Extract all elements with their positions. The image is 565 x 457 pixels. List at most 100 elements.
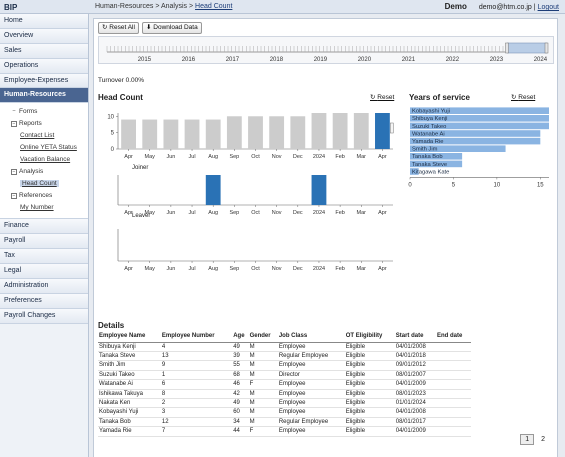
timeline-range-slider[interactable]: 2015 2016 2017 2018 2019 2020 2021 2022 2023 2024: [98, 36, 554, 64]
reset-all-button[interactable]: ↻ Reset All: [98, 22, 139, 34]
table-cell: Eligible: [344, 407, 395, 418]
table-cell: Smith Jim: [98, 360, 161, 371]
table-cell: 04/01/2009: [394, 426, 436, 437]
table-cell: Nakata Ken: [98, 398, 161, 409]
table-cell: Suzuki Takeo: [98, 370, 161, 381]
tree-my-number[interactable]: My Number: [0, 202, 88, 214]
table-row[interactable]: Suzuki Takeo 1 68 M Director Eligible 08/01/20…: [98, 370, 471, 381]
table-cell: 55: [232, 360, 249, 371]
logout-link[interactable]: Logout: [538, 4, 559, 11]
table-cell: 04/01/2008: [394, 407, 436, 418]
table-row[interactable]: Yamada Rie 7 44 F Employee Eligible 04/01/2009: [98, 426, 471, 437]
breadcrumb-current[interactable]: Head Count: [195, 3, 232, 10]
headcount-chart[interactable]: 0 5 10 Apr May Jun Jul Aug Sep Oct Nov Dec 2024 Feb Ma…: [98, 101, 398, 161]
column-header[interactable]: End date: [435, 330, 471, 343]
table-cell: [435, 379, 471, 390]
breadcrumb-analysis[interactable]: Analysis: [161, 3, 187, 10]
tree-online-status[interactable]: Online YETA Status: [0, 142, 88, 154]
nav-home[interactable]: Home: [0, 14, 88, 29]
x-tick-label: Sep: [229, 210, 239, 215]
nav-finance[interactable]: Finance: [0, 219, 88, 235]
x-tick-label: Jun: [166, 154, 175, 160]
bar: [142, 119, 158, 149]
table-cell: Eligible: [344, 360, 395, 371]
tree-analysis[interactable]: − Analysis: [0, 166, 88, 178]
table-cell: Employee: [277, 360, 345, 371]
nav-sales[interactable]: Sales: [0, 43, 88, 59]
table-row[interactable]: Nakata Ken 2 49 M Employee Eligible 01/01/2024: [98, 398, 471, 409]
nav-preferences[interactable]: Preferences: [0, 293, 88, 309]
bar: [353, 113, 369, 149]
service-chart[interactable]: Kobayashi YujiShibuya Kenji Suzuki TakeoW…: [405, 101, 555, 193]
x-tick-label: Oct: [251, 266, 260, 272]
nav-human-resources[interactable]: Human-Resources: [0, 88, 88, 104]
x-tick-label: Dec: [293, 210, 303, 215]
user-email: demo@htm.co.jp: [478, 4, 532, 11]
table-cell: Tanaka Bob: [98, 417, 161, 428]
bar: [269, 116, 285, 149]
service-bar-label: Shibuya Kenji: [412, 116, 447, 122]
tree-references[interactable]: − References: [0, 190, 88, 202]
x-tick-label: 2024: [313, 266, 325, 272]
nav-employee-expenses[interactable]: Employee-Expenses: [0, 73, 88, 89]
timeline-year-label: 2016: [182, 57, 196, 63]
nav-payroll-changes[interactable]: Payroll Changes: [0, 308, 88, 324]
nav-legal[interactable]: Legal: [0, 264, 88, 279]
service-reset-link[interactable]: ↻ Reset: [511, 93, 535, 101]
nav-operations[interactable]: Operations: [0, 58, 88, 74]
service-bar-label: Suzuki Takeo: [412, 124, 446, 130]
x-tick-label: May: [145, 154, 156, 160]
column-header[interactable]: Age: [232, 330, 249, 343]
table-cell: M: [248, 370, 278, 381]
x-tick-label: 0: [408, 182, 412, 188]
table-cell: 08/01/2007: [394, 370, 436, 381]
nav-overview[interactable]: Overview: [0, 28, 88, 44]
tree-vacation-balance[interactable]: Vacation Balance: [0, 154, 88, 166]
table-row[interactable]: Tanaka Bob 12 34 M Regular Employee Eligible 0…: [98, 417, 471, 428]
table-cell: Eligible: [344, 370, 395, 381]
column-header[interactable]: Job Class: [277, 330, 345, 343]
nav-payroll[interactable]: Payroll: [0, 234, 88, 250]
download-data-button[interactable]: ⬇ Download Data: [142, 22, 202, 34]
x-tick-label: Mar: [357, 210, 367, 215]
service-bar-label: Tanaka Steve: [412, 162, 447, 168]
tree-reports[interactable]: − Reports: [0, 118, 88, 130]
table-row[interactable]: Kobayashi Yuji 3 60 M Employee Eligible 04/01/…: [98, 407, 471, 418]
column-header[interactable]: Employee Name: [98, 330, 161, 343]
tree-contact-list[interactable]: Contact List: [0, 130, 88, 142]
brush-handle: [390, 122, 394, 134]
y-tick-label: 10: [107, 114, 114, 120]
breadcrumb-hr[interactable]: Human-Resources: [95, 3, 153, 10]
collapse-icon[interactable]: −: [11, 192, 17, 199]
table-cell: 68: [232, 370, 249, 381]
table-row[interactable]: Smith Jim 9 55 M Employee Eligible 09/01/2012: [98, 360, 471, 371]
x-tick-label: Feb: [335, 154, 344, 160]
collapse-icon[interactable]: −: [11, 168, 17, 175]
table-cell: Eligible: [344, 342, 395, 352]
table-cell: Shibuya Kenji: [98, 342, 161, 352]
table-cell: Employee: [277, 342, 345, 352]
table-cell: 1: [160, 370, 233, 381]
leaver-chart[interactable]: Apr May Jun Jul Aug Sep Oct Nov Dec 2024 Feb Mar Apr: [98, 219, 398, 273]
column-header[interactable]: Gender: [248, 330, 278, 343]
table-row[interactable]: Shibuya Kenji 4 49 M Employee Eligible 04/01/2…: [98, 342, 471, 352]
headcount-reset-link[interactable]: ↻ Reset: [370, 93, 394, 101]
collapse-icon[interactable]: −: [11, 120, 17, 127]
column-header[interactable]: Employee Number: [160, 330, 233, 343]
table-row[interactable]: Tanaka Steve 13 39 M Regular Employee Eligibl…: [98, 351, 471, 362]
tree-forms[interactable]: – Forms: [0, 106, 88, 118]
table-row[interactable]: Watanabe Ai 6 46 F Employee Eligible 04/01/200…: [98, 379, 471, 390]
nav-administration[interactable]: Administration: [0, 278, 88, 294]
table-cell: Eligible: [344, 426, 395, 437]
tree-head-count[interactable]: Head Count: [0, 178, 88, 190]
joiner-chart[interactable]: Apr May Jun Jul Aug Sep Oct Nov Dec 2024 Feb Mar Apr: [98, 169, 398, 215]
column-header[interactable]: OT Eligibility: [344, 330, 395, 343]
table-row[interactable]: Ishikawa Takuya 8 42 M Employee Eligible 08/01…: [98, 389, 471, 399]
table-cell: F: [248, 426, 278, 437]
timeline-svg[interactable]: 2015 2016 2017 2018 2019 2020 2021 2022 2023 2024: [99, 37, 555, 65]
page-2[interactable]: 2: [537, 435, 549, 444]
column-header[interactable]: Start date: [394, 330, 436, 343]
table-cell: [435, 417, 471, 428]
page-1[interactable]: 1: [520, 434, 535, 445]
nav-tax[interactable]: Tax: [0, 249, 88, 265]
